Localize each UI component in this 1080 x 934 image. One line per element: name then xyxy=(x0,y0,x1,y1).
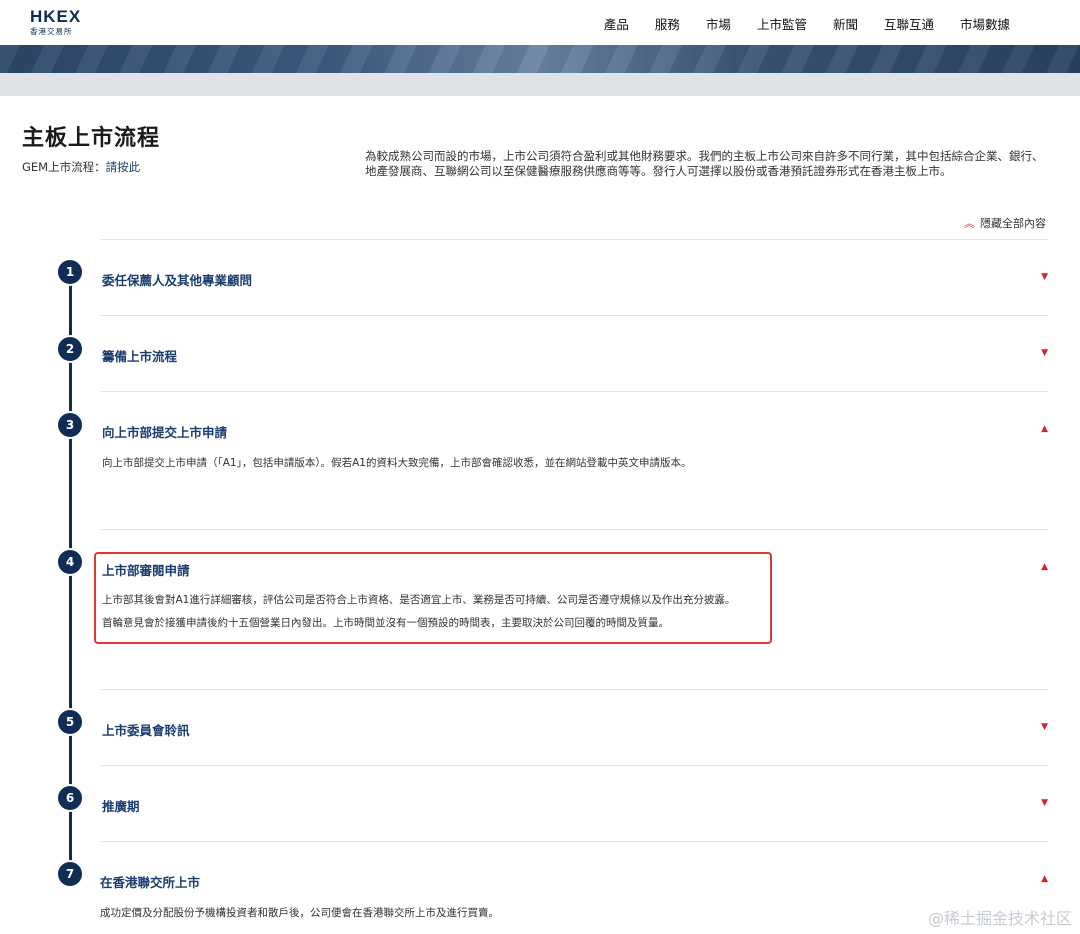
gem-link[interactable]: 請按此 xyxy=(106,160,141,174)
divider xyxy=(101,765,1048,766)
caret-down-icon[interactable]: ▼ xyxy=(1041,348,1048,358)
step-4-body-1: 上市部其後會對A1進行詳細審核，評估公司是否符合上市資格、是否適宜上市、業務是否… xyxy=(102,594,736,606)
watermark: @稀土掘金技术社区 xyxy=(927,909,1072,928)
chevron-double-up-icon: ︽ xyxy=(964,217,975,230)
step-title-1[interactable]: 委任保薦人及其他專業顧問 xyxy=(102,270,252,289)
step-3-body: 向上市部提交上市申請（「A1」，包括申請版本）。假若A1的資料大致完備，上市部會… xyxy=(102,457,692,469)
nav-item-news[interactable]: 新聞 xyxy=(833,14,858,33)
nav-item-listing[interactable]: 上市監管 xyxy=(757,14,807,33)
caret-up-icon[interactable]: ▲ xyxy=(1041,562,1048,572)
banner-band xyxy=(0,73,1080,96)
step-title-3[interactable]: 向上市部提交上市申請 xyxy=(102,422,227,441)
nav-item-connect[interactable]: 互聯互通 xyxy=(884,14,934,33)
hero-banner xyxy=(0,45,1080,73)
step-title-7[interactable]: 在香港聯交所上市 xyxy=(100,872,200,891)
collapse-all-button[interactable]: ︽ 隱藏全部內容 xyxy=(964,215,1046,231)
step-title-5[interactable]: 上市委員會聆訊 xyxy=(102,720,190,739)
nav-item-products[interactable]: 產品 xyxy=(604,14,629,33)
gem-prefix: GEM上市流程： xyxy=(22,160,106,174)
site-header: HKEX 香港交易所 產品 服務 市場 上市監管 新聞 互聯互通 市場數據 xyxy=(0,0,1080,45)
step-number-4: 4 xyxy=(56,548,84,576)
divider xyxy=(101,315,1048,316)
logo-subtitle: 香港交易所 xyxy=(30,27,73,36)
divider xyxy=(101,239,1048,240)
caret-down-icon[interactable]: ▼ xyxy=(1041,722,1048,732)
hkex-logo[interactable]: HKEX 香港交易所 xyxy=(30,7,90,37)
step-number-1: 1 xyxy=(56,258,84,286)
step-title-6[interactable]: 推廣期 xyxy=(102,796,140,815)
page-title: 主板上市流程 xyxy=(22,126,161,151)
main-nav: 產品 服務 市場 上市監管 新聞 互聯互通 市場數據 xyxy=(604,14,1010,33)
divider xyxy=(101,391,1048,392)
caret-down-icon[interactable]: ▼ xyxy=(1041,798,1048,808)
step-number-5: 5 xyxy=(56,708,84,736)
collapse-all-label: 隱藏全部內容 xyxy=(980,217,1046,230)
step-number-7: 7 xyxy=(56,860,84,888)
step-number-3: 3 xyxy=(56,411,84,439)
nav-item-market[interactable]: 市場 xyxy=(706,14,731,33)
step-number-6: 6 xyxy=(56,784,84,812)
step-number-2: 2 xyxy=(56,335,84,363)
nav-item-services[interactable]: 服務 xyxy=(655,14,680,33)
caret-up-icon[interactable]: ▲ xyxy=(1041,424,1048,434)
divider xyxy=(101,689,1048,690)
step-7-body: 成功定價及分配股份予機構投資者和散戶後，公司便會在香港聯交所上市及進行買賣。 xyxy=(100,907,499,919)
step-title-2[interactable]: 籌備上市流程 xyxy=(102,346,177,365)
divider xyxy=(101,529,1048,530)
step-4-body-2: 首輪意見會於接獲申請後約十五個營業日內發出。上市時間並沒有一個預設的時間表，主要… xyxy=(102,617,669,629)
gem-line: GEM上市流程：請按此 xyxy=(22,159,140,175)
divider xyxy=(101,841,1048,842)
logo-wordmark: HKEX xyxy=(30,7,82,26)
nav-item-market-data[interactable]: 市場數據 xyxy=(960,14,1010,33)
caret-up-icon[interactable]: ▲ xyxy=(1041,874,1048,884)
intro-text: 為較成熟公司而設的市場，上市公司須符合盈利或其他財務要求。我們的主板上市公司來自… xyxy=(365,149,1044,178)
caret-down-icon[interactable]: ▼ xyxy=(1041,272,1048,282)
step-title-4[interactable]: 上市部審閱申請 xyxy=(102,560,190,579)
